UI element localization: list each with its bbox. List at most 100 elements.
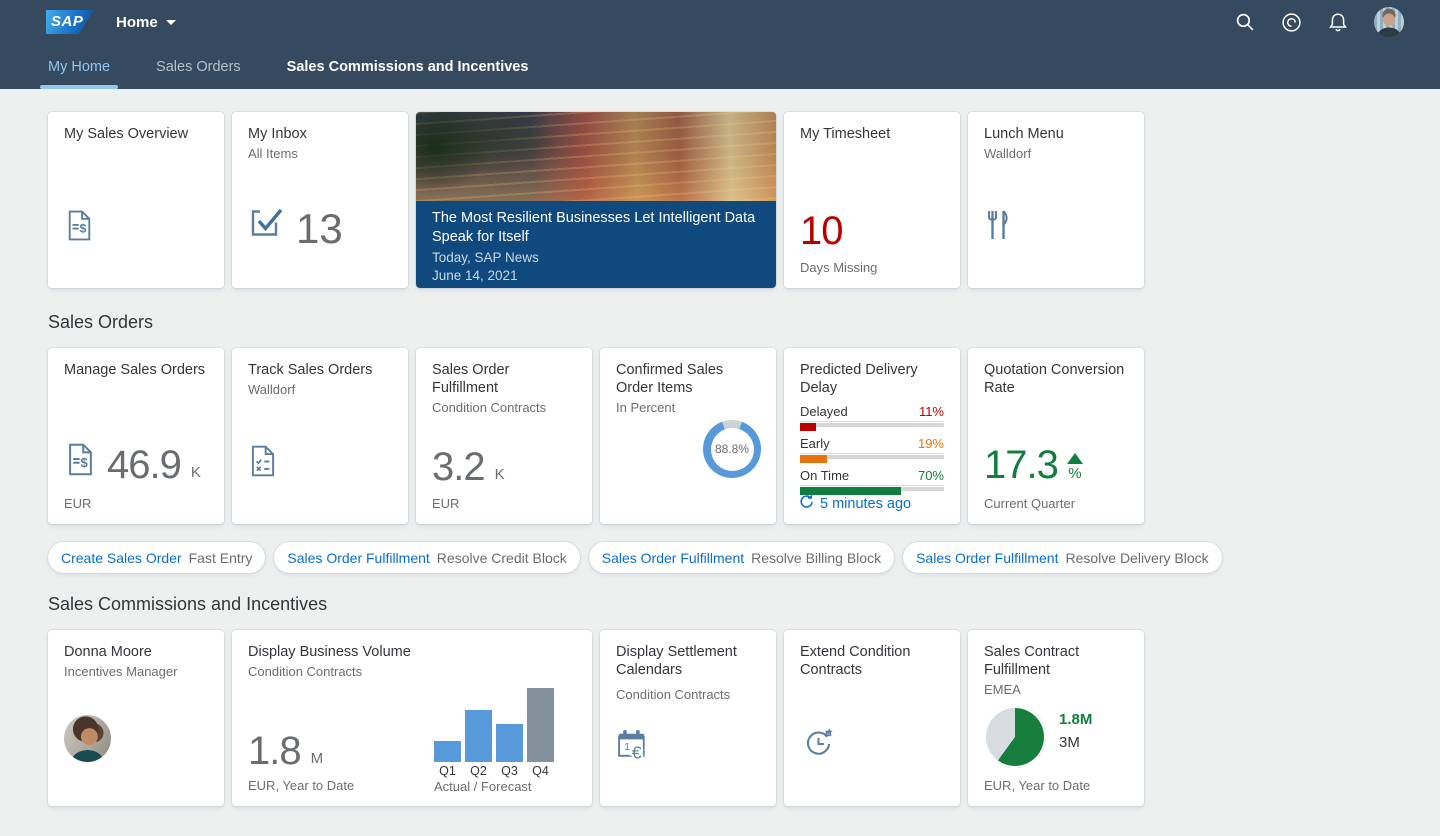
svg-text:€: € — [632, 742, 642, 762]
tile-title: Sales Order Fulfillment — [432, 361, 576, 397]
tile-my-inbox[interactable]: My Inbox All Items 13 — [232, 112, 408, 288]
shell-title: Home — [116, 14, 158, 31]
tile-sales-order-fulfillment[interactable]: Sales Order Fulfillment Condition Contra… — [416, 348, 592, 524]
tile-subtitle: Condition Contracts — [616, 687, 760, 702]
volume-value: 1.8 — [248, 735, 301, 768]
tab-sales-orders[interactable]: Sales Orders — [156, 44, 241, 89]
anchor-tab-bar: My Home Sales Orders Sales Commissions a… — [0, 44, 1440, 89]
bar-label: On Time — [800, 468, 849, 483]
section-heading-sales-orders: Sales Orders — [48, 312, 1440, 333]
tile-donna-moore[interactable]: Donna Moore Incentives Manager — [48, 630, 224, 806]
tile-title: Display Business Volume — [248, 643, 576, 661]
sales-document-icon: $ — [64, 442, 97, 482]
tile-quotation-conversion-rate[interactable]: Quotation Conversion Rate 17.3 % Current… — [968, 348, 1144, 524]
section-heading-commissions: Sales Commissions and Incentives — [48, 594, 1440, 615]
tile-subtitle: Walldorf — [248, 382, 392, 397]
link-resolve-delivery-block[interactable]: Sales Order Fulfillment Resolve Delivery… — [903, 542, 1222, 573]
tile-subtitle: Condition Contracts — [248, 664, 576, 679]
tile-title: My Inbox — [248, 125, 392, 143]
quick-links-row: Create Sales Order Fast Entry Sales Orde… — [48, 542, 1440, 573]
commissions-tile-row: Donna Moore Incentives Manager Display B… — [48, 630, 1440, 806]
tile-subtitle: All Items — [248, 146, 392, 161]
tile-lunch-menu[interactable]: Lunch Menu Walldorf — [968, 112, 1144, 288]
my-home-tile-row: My Sales Overview $ My Inbox All Items 1… — [48, 112, 1440, 288]
settlement-calendar-icon: 1€ — [616, 727, 653, 762]
refresh-control[interactable]: 5 minutes ago — [799, 494, 911, 513]
tile-footer: EUR — [432, 496, 459, 511]
tile-manage-sales-orders[interactable]: Manage Sales Orders $ 46.9 K EUR — [48, 348, 224, 524]
link-create-sales-order[interactable]: Create Sales Order Fast Entry — [48, 542, 265, 573]
svg-text:1: 1 — [624, 742, 630, 753]
tile-display-business-volume[interactable]: Display Business Volume Condition Contra… — [232, 630, 592, 806]
tile-my-sales-overview[interactable]: My Sales Overview $ — [48, 112, 224, 288]
refresh-icon — [799, 494, 814, 513]
tile-footer: Days Missing — [800, 260, 877, 275]
bar-category-label: Q3 — [496, 764, 523, 778]
tile-title: Predicted Delivery Delay — [800, 361, 944, 397]
volume-bar — [465, 710, 492, 762]
contract-pie — [984, 706, 1046, 768]
bar-label: Delayed — [800, 404, 848, 419]
link-label: Create Sales Order — [61, 550, 182, 566]
tile-track-sales-orders[interactable]: Track Sales Orders Walldorf — [232, 348, 408, 524]
tile-my-timesheet[interactable]: My Timesheet 10 Days Missing — [784, 112, 960, 288]
sales-orders-tile-row: Manage Sales Orders $ 46.9 K EUR Track S… — [48, 348, 1440, 524]
donna-moore-avatar — [64, 715, 111, 762]
delay-row-delayed: Delayed 11% — [800, 404, 944, 431]
extend-history-star-icon — [800, 725, 837, 762]
fork-knife-icon — [984, 208, 1010, 242]
tile-title: Manage Sales Orders — [64, 361, 208, 379]
notifications-bell-icon[interactable] — [1328, 12, 1348, 32]
sap-logo[interactable]: SAP — [46, 10, 94, 34]
delay-comparison-chart: Delayed 11% Early 19% On Time 70% — [800, 404, 944, 495]
bar-label: Early — [800, 436, 830, 451]
bar-fill — [800, 455, 827, 463]
tile-confirmed-sales-order-items[interactable]: Confirmed Sales Order Items In Percent 8… — [600, 348, 776, 524]
bar-value: 11% — [919, 404, 944, 419]
shell-bar: SAP Home — [0, 0, 1440, 44]
tile-sales-contract-fulfillment[interactable]: Sales Contract Fulfillment EMEA 1.8M 3M … — [968, 630, 1144, 806]
launchpad-content: My Sales Overview $ My Inbox All Items 1… — [0, 89, 1440, 806]
tile-predicted-delivery-delay[interactable]: Predicted Delivery Delay Delayed 11% Earl… — [784, 348, 960, 524]
news-photo — [416, 112, 776, 201]
tile-footer: EUR — [64, 496, 91, 511]
tile-subtitle: Condition Contracts — [432, 400, 576, 415]
tile-display-settlement-calendars[interactable]: Display Settlement Calendars Condition C… — [600, 630, 776, 806]
tile-subtitle: Walldorf — [984, 146, 1128, 161]
chevron-down-icon — [166, 20, 176, 25]
value-scale: M — [311, 750, 324, 768]
volume-bar — [434, 741, 461, 762]
copilot-icon[interactable] — [1281, 12, 1302, 33]
contract-comparison-chart: 1.8M 3M — [984, 706, 1092, 768]
tab-my-home[interactable]: My Home — [48, 44, 110, 89]
link-subtext: Resolve Delivery Block — [1065, 550, 1208, 566]
link-label: Sales Order Fulfillment — [602, 550, 744, 566]
link-label: Sales Order Fulfillment — [916, 550, 1058, 566]
tile-extend-condition-contracts[interactable]: Extend Condition Contracts — [784, 630, 960, 806]
inbox-count: 13 — [296, 212, 343, 246]
tile-subtitle: In Percent — [616, 400, 760, 415]
tile-title: My Timesheet — [800, 125, 944, 143]
user-avatar[interactable] — [1374, 7, 1404, 37]
link-resolve-billing-block[interactable]: Sales Order Fulfillment Resolve Billing … — [589, 542, 894, 573]
quotation-kpi: 17.3 % — [984, 449, 1083, 482]
tile-title: My Sales Overview — [64, 125, 208, 143]
confirmed-donut: 88.8% — [703, 420, 761, 478]
shell-home-menu[interactable]: Home — [116, 14, 176, 31]
contract-target-value: 3M — [1059, 734, 1092, 751]
tile-sap-news[interactable]: The Most Resilient Businesses Let Intell… — [416, 112, 776, 288]
tab-sales-commissions[interactable]: Sales Commissions and Incentives — [287, 44, 529, 89]
timesheet-days-missing-value: 10 — [800, 215, 843, 248]
bar-value: 19% — [918, 436, 944, 451]
fulfillment-value: 3.2 — [432, 451, 485, 484]
link-subtext: Resolve Billing Block — [751, 550, 881, 566]
news-body: The Most Resilient Businesses Let Intell… — [416, 201, 776, 288]
bar-value: 70% — [918, 468, 944, 483]
refresh-timestamp: 5 minutes ago — [820, 496, 911, 512]
link-resolve-credit-block[interactable]: Sales Order Fulfillment Resolve Credit B… — [274, 542, 579, 573]
delay-row-early: Early 19% — [800, 436, 944, 463]
search-icon[interactable] — [1235, 12, 1255, 32]
sales-document-icon: $ — [64, 209, 95, 242]
donut-center-label: 88.8% — [711, 428, 754, 471]
link-subtext: Fast Entry — [189, 550, 253, 566]
